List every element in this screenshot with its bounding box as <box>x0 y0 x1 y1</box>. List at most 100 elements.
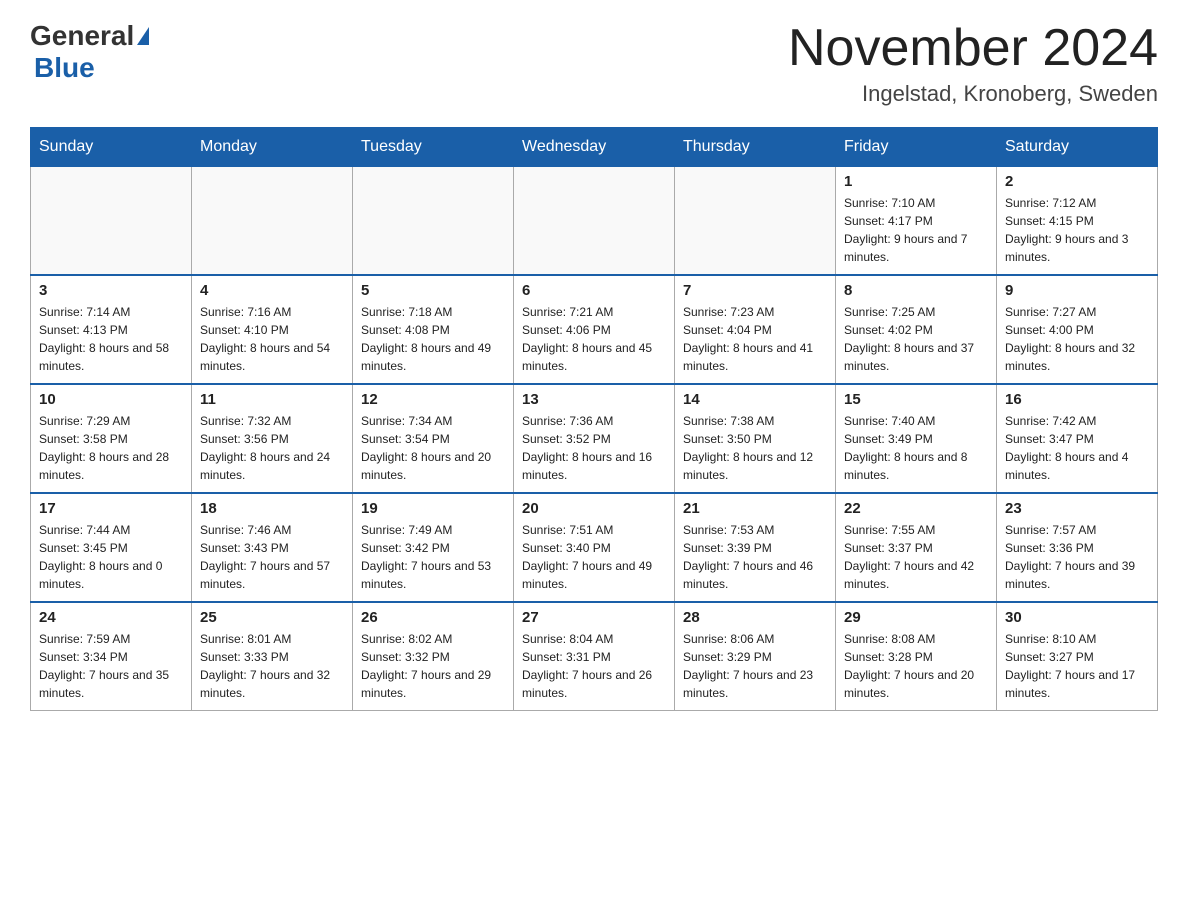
calendar-cell: 21Sunrise: 7:53 AM Sunset: 3:39 PM Dayli… <box>675 493 836 602</box>
calendar-cell: 18Sunrise: 7:46 AM Sunset: 3:43 PM Dayli… <box>192 493 353 602</box>
day-info: Sunrise: 8:04 AM Sunset: 3:31 PM Dayligh… <box>522 630 666 702</box>
day-number: 12 <box>361 391 505 408</box>
calendar-header-tuesday: Tuesday <box>353 128 514 167</box>
day-number: 28 <box>683 609 827 626</box>
calendar-header-thursday: Thursday <box>675 128 836 167</box>
day-number: 19 <box>361 500 505 517</box>
day-info: Sunrise: 7:40 AM Sunset: 3:49 PM Dayligh… <box>844 412 988 484</box>
day-info: Sunrise: 7:53 AM Sunset: 3:39 PM Dayligh… <box>683 521 827 593</box>
day-info: Sunrise: 7:44 AM Sunset: 3:45 PM Dayligh… <box>39 521 183 593</box>
day-number: 8 <box>844 282 988 299</box>
day-info: Sunrise: 7:59 AM Sunset: 3:34 PM Dayligh… <box>39 630 183 702</box>
location-title: Ingelstad, Kronoberg, Sweden <box>788 81 1158 107</box>
calendar-cell: 19 Sunrise: 7:49 AM Sunset: 3:42 PM Dayli… <box>353 493 514 602</box>
calendar-cell <box>31 167 192 276</box>
day-info: Sunrise: 7:18 AM Sunset: 4:08 PM Dayligh… <box>361 303 505 375</box>
calendar-cell: 13 Sunrise: 7:36 AM Sunset: 3:52 PM Dayli… <box>514 384 675 493</box>
day-info: Sunrise: 7:29 AM Sunset: 3:58 PM Dayligh… <box>39 412 183 484</box>
day-number: 3 <box>39 282 183 299</box>
day-number: 16 <box>1005 391 1149 408</box>
logo-triangle-icon <box>137 27 149 45</box>
day-info: Sunrise: 7:12 AM Sunset: 4:15 PM Dayligh… <box>1005 194 1149 266</box>
day-number: 7 <box>683 282 827 299</box>
calendar-cell: 28Sunrise: 8:06 AM Sunset: 3:29 PM Dayli… <box>675 602 836 711</box>
day-info: Sunrise: 7:10 AM Sunset: 4:17 PM Dayligh… <box>844 194 988 266</box>
calendar-cell: 7 Sunrise: 7:23 AM Sunset: 4:04 PM Daylig… <box>675 275 836 384</box>
calendar-header-wednesday: Wednesday <box>514 128 675 167</box>
calendar-header-monday: Monday <box>192 128 353 167</box>
calendar-cell: 8 Sunrise: 7:25 AM Sunset: 4:02 PM Daylig… <box>836 275 997 384</box>
calendar-cell <box>514 167 675 276</box>
week-row-2: 3 Sunrise: 7:14 AM Sunset: 4:13 PM Daylig… <box>31 275 1158 384</box>
calendar-cell: 22 Sunrise: 7:55 AM Sunset: 3:37 PM Dayli… <box>836 493 997 602</box>
calendar-header-saturday: Saturday <box>997 128 1158 167</box>
calendar-cell: 27 Sunrise: 8:04 AM Sunset: 3:31 PM Dayli… <box>514 602 675 711</box>
day-info: Sunrise: 7:34 AM Sunset: 3:54 PM Dayligh… <box>361 412 505 484</box>
day-info: Sunrise: 7:57 AM Sunset: 3:36 PM Dayligh… <box>1005 521 1149 593</box>
week-row-5: 24 Sunrise: 7:59 AM Sunset: 3:34 PM Dayli… <box>31 602 1158 711</box>
week-row-1: 1 Sunrise: 7:10 AM Sunset: 4:17 PM Daylig… <box>31 167 1158 276</box>
day-info: Sunrise: 7:55 AM Sunset: 3:37 PM Dayligh… <box>844 521 988 593</box>
day-number: 1 <box>844 173 988 190</box>
calendar-cell <box>353 167 514 276</box>
calendar-cell: 3 Sunrise: 7:14 AM Sunset: 4:13 PM Daylig… <box>31 275 192 384</box>
calendar-header-friday: Friday <box>836 128 997 167</box>
calendar-cell: 4Sunrise: 7:16 AM Sunset: 4:10 PM Daylig… <box>192 275 353 384</box>
day-number: 30 <box>1005 609 1149 626</box>
day-number: 6 <box>522 282 666 299</box>
calendar-cell: 1 Sunrise: 7:10 AM Sunset: 4:17 PM Daylig… <box>836 167 997 276</box>
day-number: 27 <box>522 609 666 626</box>
calendar-cell: 6 Sunrise: 7:21 AM Sunset: 4:06 PM Daylig… <box>514 275 675 384</box>
day-info: Sunrise: 7:25 AM Sunset: 4:02 PM Dayligh… <box>844 303 988 375</box>
calendar-cell <box>192 167 353 276</box>
calendar-header-sunday: Sunday <box>31 128 192 167</box>
day-info: Sunrise: 7:36 AM Sunset: 3:52 PM Dayligh… <box>522 412 666 484</box>
day-number: 13 <box>522 391 666 408</box>
day-info: Sunrise: 7:27 AM Sunset: 4:00 PM Dayligh… <box>1005 303 1149 375</box>
calendar-cell: 10 Sunrise: 7:29 AM Sunset: 3:58 PM Dayli… <box>31 384 192 493</box>
day-info: Sunrise: 8:08 AM Sunset: 3:28 PM Dayligh… <box>844 630 988 702</box>
calendar-cell: 9 Sunrise: 7:27 AM Sunset: 4:00 PM Daylig… <box>997 275 1158 384</box>
day-info: Sunrise: 7:42 AM Sunset: 3:47 PM Dayligh… <box>1005 412 1149 484</box>
day-info: Sunrise: 7:23 AM Sunset: 4:04 PM Dayligh… <box>683 303 827 375</box>
calendar-cell: 20Sunrise: 7:51 AM Sunset: 3:40 PM Dayli… <box>514 493 675 602</box>
day-number: 9 <box>1005 282 1149 299</box>
calendar-cell: 5Sunrise: 7:18 AM Sunset: 4:08 PM Daylig… <box>353 275 514 384</box>
calendar-cell: 16 Sunrise: 7:42 AM Sunset: 3:47 PM Dayli… <box>997 384 1158 493</box>
day-number: 24 <box>39 609 183 626</box>
day-info: Sunrise: 8:01 AM Sunset: 3:33 PM Dayligh… <box>200 630 344 702</box>
week-row-3: 10 Sunrise: 7:29 AM Sunset: 3:58 PM Dayli… <box>31 384 1158 493</box>
day-number: 14 <box>683 391 827 408</box>
calendar-cell: 30 Sunrise: 8:10 AM Sunset: 3:27 PM Dayli… <box>997 602 1158 711</box>
calendar-cell: 25 Sunrise: 8:01 AM Sunset: 3:33 PM Dayli… <box>192 602 353 711</box>
day-info: Sunrise: 7:14 AM Sunset: 4:13 PM Dayligh… <box>39 303 183 375</box>
day-info: Sunrise: 8:10 AM Sunset: 3:27 PM Dayligh… <box>1005 630 1149 702</box>
day-number: 26 <box>361 609 505 626</box>
calendar-cell: 2 Sunrise: 7:12 AM Sunset: 4:15 PM Daylig… <box>997 167 1158 276</box>
day-number: 2 <box>1005 173 1149 190</box>
title-section: November 2024 Ingelstad, Kronoberg, Swed… <box>788 20 1158 107</box>
day-info: Sunrise: 7:21 AM Sunset: 4:06 PM Dayligh… <box>522 303 666 375</box>
day-number: 22 <box>844 500 988 517</box>
calendar-cell: 11Sunrise: 7:32 AM Sunset: 3:56 PM Dayli… <box>192 384 353 493</box>
day-number: 25 <box>200 609 344 626</box>
day-info: Sunrise: 7:38 AM Sunset: 3:50 PM Dayligh… <box>683 412 827 484</box>
day-number: 23 <box>1005 500 1149 517</box>
calendar-cell: 23 Sunrise: 7:57 AM Sunset: 3:36 PM Dayli… <box>997 493 1158 602</box>
day-number: 17 <box>39 500 183 517</box>
page-header: General Blue November 2024 Ingelstad, Kr… <box>30 20 1158 107</box>
week-row-4: 17 Sunrise: 7:44 AM Sunset: 3:45 PM Dayli… <box>31 493 1158 602</box>
day-info: Sunrise: 7:32 AM Sunset: 3:56 PM Dayligh… <box>200 412 344 484</box>
calendar-header-row: SundayMondayTuesdayWednesdayThursdayFrid… <box>31 128 1158 167</box>
calendar-cell: 29Sunrise: 8:08 AM Sunset: 3:28 PM Dayli… <box>836 602 997 711</box>
day-info: Sunrise: 7:49 AM Sunset: 3:42 PM Dayligh… <box>361 521 505 593</box>
calendar-cell <box>675 167 836 276</box>
calendar-cell: 15Sunrise: 7:40 AM Sunset: 3:49 PM Dayli… <box>836 384 997 493</box>
logo-blue-text: Blue <box>34 52 95 84</box>
calendar-cell: 26 Sunrise: 8:02 AM Sunset: 3:32 PM Dayli… <box>353 602 514 711</box>
day-number: 10 <box>39 391 183 408</box>
day-number: 4 <box>200 282 344 299</box>
day-info: Sunrise: 8:02 AM Sunset: 3:32 PM Dayligh… <box>361 630 505 702</box>
logo: General Blue <box>30 20 149 84</box>
day-info: Sunrise: 7:51 AM Sunset: 3:40 PM Dayligh… <box>522 521 666 593</box>
